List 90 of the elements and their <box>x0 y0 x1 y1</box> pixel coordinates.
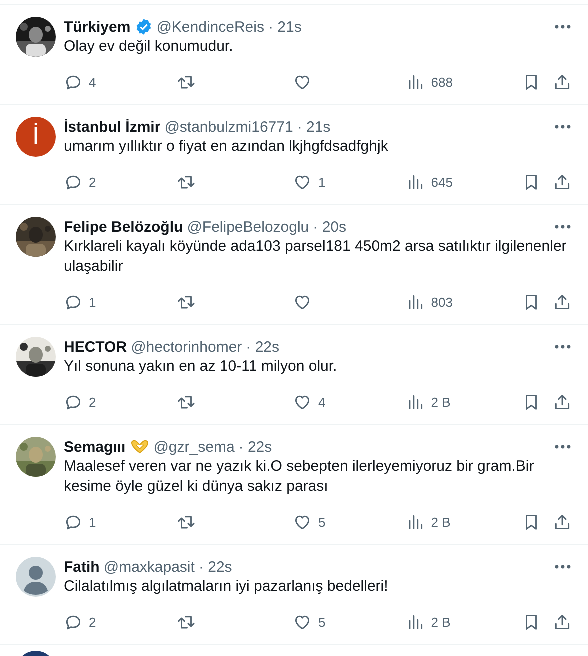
reply-count: 2 <box>89 614 96 630</box>
post-text: umarım yıllıktır o fiyat en azından lkjhgfdsadfghjk <box>64 137 390 157</box>
more-button[interactable] <box>554 444 572 450</box>
post-text: Maalesef veren var ne yazık ki.O sebepten ilerleyemiyoruz bir gram.Bir kesime öyle güzel ki dünya sakız parası <box>64 457 536 497</box>
views-button[interactable]: 2 B <box>406 612 520 632</box>
like-button[interactable]: 5 <box>293 612 406 632</box>
user-name[interactable]: HECTOR <box>64 338 128 356</box>
user-name[interactable]: Felipe Belözoğlu <box>64 218 184 236</box>
views-icon <box>406 612 426 632</box>
reply-button[interactable]: 1 <box>64 292 177 312</box>
user-name[interactable]: Fatih <box>64 558 100 576</box>
like-count: 1 <box>318 174 326 190</box>
user-handle[interactable]: @KendinceReis <box>156 18 264 36</box>
more-button[interactable] <box>554 124 572 130</box>
more-button[interactable] <box>554 344 572 350</box>
avatar[interactable]: İ <box>16 117 56 157</box>
post-time: · 20s <box>313 218 347 236</box>
user-handle[interactable]: @hectorinhomer <box>131 338 242 356</box>
reply-button[interactable]: 1 <box>64 512 177 532</box>
views-icon <box>406 512 426 532</box>
user-name[interactable]: Türkiyem <box>64 18 131 36</box>
view-count: 2 B <box>431 394 451 410</box>
views-icon <box>406 72 426 92</box>
more-icon <box>554 24 572 30</box>
share-button[interactable] <box>553 72 572 92</box>
views-icon <box>406 172 426 192</box>
reply-button[interactable]: 2 <box>64 392 177 412</box>
verified-icon <box>134 18 153 36</box>
share-button[interactable] <box>553 172 572 192</box>
share-icon <box>553 612 572 632</box>
like-count: 5 <box>318 614 326 630</box>
share-icon <box>553 292 572 312</box>
reply-count: 1 <box>89 294 96 310</box>
post-text: Yıl sonuna yakın en az 10-11 milyon olur. <box>64 357 338 377</box>
post-text: Olay ev değil konumudur. <box>64 37 234 57</box>
share-button[interactable] <box>553 392 572 412</box>
more-icon <box>554 564 572 570</box>
reply-count: 2 <box>89 174 96 190</box>
views-button[interactable]: 2 B <box>406 392 520 412</box>
reply-button[interactable]: 4 <box>64 72 177 92</box>
views-button[interactable]: 803 <box>406 292 520 312</box>
more-button[interactable] <box>554 224 572 230</box>
more-icon <box>554 344 572 350</box>
reply-button[interactable]: 2 <box>64 172 177 192</box>
share-button[interactable] <box>553 292 572 312</box>
share-icon <box>553 172 572 192</box>
heart-hands-icon <box>130 439 150 455</box>
reply-count: 1 <box>89 514 96 530</box>
reply-button[interactable]: 2 <box>64 612 177 632</box>
views-button[interactable]: 688 <box>406 72 520 92</box>
user-handle[interactable]: @stanbulzmi16771 <box>164 118 294 136</box>
like-button[interactable]: 4 <box>293 392 406 412</box>
like-button[interactable]: 1 <box>293 172 406 192</box>
share-icon <box>553 392 572 412</box>
view-count: 645 <box>431 174 453 190</box>
user-name[interactable]: Semagııı <box>64 438 126 456</box>
more-icon <box>554 224 572 230</box>
user-handle[interactable]: @gzr_sema <box>154 438 235 456</box>
view-count: 2 B <box>431 614 451 630</box>
avatar-icon[interactable] <box>16 557 56 597</box>
post-text: Kırklareli kayalı köyünde ada103 parsel181 450m2 arsa satılıktır ilgilenenler ulaşabilir <box>64 237 568 277</box>
share-button[interactable] <box>553 612 572 632</box>
post-time: · 22s <box>198 558 232 576</box>
views-icon <box>406 392 426 412</box>
views-button[interactable]: 645 <box>406 172 520 192</box>
like-count: 4 <box>318 394 326 410</box>
more-icon <box>554 444 572 450</box>
more-button[interactable] <box>554 24 572 30</box>
post-time: · 22s <box>238 438 272 456</box>
more-icon <box>554 124 572 130</box>
views-icon <box>406 292 426 312</box>
reply-count: 4 <box>89 74 96 90</box>
reply-count: 2 <box>89 394 96 410</box>
user-handle[interactable]: @FelipeBelozoglu <box>187 218 310 236</box>
post-time: · 21s <box>268 18 302 36</box>
user-handle[interactable]: @maxkapasit <box>104 558 195 576</box>
like-button[interactable]: 5 <box>293 512 406 532</box>
user-name[interactable]: İstanbul İzmir <box>64 118 161 136</box>
share-button[interactable] <box>553 512 572 532</box>
view-count: 2 B <box>431 514 451 530</box>
view-count: 803 <box>431 294 453 310</box>
post-text: Cilalatılmış algılatmaların iyi pazarlanış bedelleri! <box>64 577 390 597</box>
views-button[interactable]: 2 B <box>406 512 520 532</box>
share-icon <box>553 512 572 532</box>
post-time: · 21s <box>297 118 331 136</box>
share-icon <box>553 72 572 92</box>
like-count: 5 <box>318 514 326 530</box>
view-count: 688 <box>431 74 453 90</box>
post-time: · 22s <box>246 338 280 356</box>
more-button[interactable] <box>554 564 572 570</box>
